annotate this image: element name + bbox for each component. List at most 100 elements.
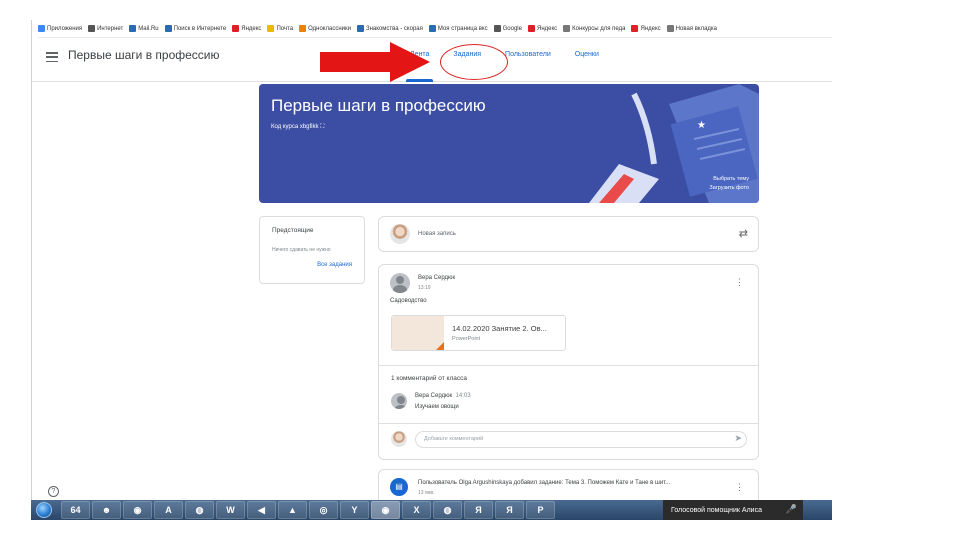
bookmark-icon [563,25,571,32]
hamburger-menu-icon[interactable] [46,52,58,62]
avatar [391,431,407,447]
taskbar-app-icon[interactable]: X [402,501,431,519]
bookmark-item[interactable]: Яндекс [631,25,661,32]
bookmark-item[interactable]: Знакомства - скорая [356,25,423,32]
attachment-thumbnail [392,316,444,350]
bookmark-icon [428,25,436,32]
bookmark-item[interactable]: Яндекс [232,25,261,32]
bookmark-icon [267,25,275,32]
send-icon[interactable]: ➤ [734,433,742,444]
upload-photo-link[interactable]: Загрузить фото [709,185,749,191]
new-post-box[interactable]: Новая запись ⇄ [378,216,759,252]
bookmark-icon [666,25,674,32]
choose-theme-link[interactable]: Выбрать тему [713,176,749,182]
bookmark-label: Поиск в Интернете [173,25,227,32]
bookmark-label: Конкурсы для педа [572,25,626,32]
stream-post: Вера Сердюк 13:19 ⋮ Садоводство 14.02.20… [378,264,759,460]
taskbar-app-icon[interactable]: Я [495,501,524,519]
all-assignments-link[interactable]: Все задания [317,262,352,268]
attachment-card[interactable]: 14.02.2020 Занятие 2. Ов... PowerPoint [391,315,566,351]
bookmark-icon [631,25,639,32]
bookmark-label: Mail.Ru [138,25,159,32]
comment-input[interactable]: Добавьте комментарий [415,431,747,448]
bookmark-icon [299,25,307,32]
bookmark-item[interactable]: Поиск в Интернете [164,25,227,32]
repost-icon[interactable]: ⇄ [739,227,748,240]
bookmark-item[interactable]: Приложения [38,25,82,32]
comment-text: Изучаем овощи [415,404,459,410]
taskbar-app-icon[interactable]: ◍ [185,501,214,519]
svg-text:★: ★ [697,120,706,131]
taskbar-app-icon[interactable]: Y [340,501,369,519]
comments-count-link[interactable]: 1 комментарий от класса [391,375,467,382]
annotation-circle [440,44,508,80]
avatar [391,393,407,409]
taskbar-app-icon[interactable]: ◍ [433,501,462,519]
taskbar-app-icon[interactable]: ☻ [92,501,121,519]
assignment-icon: ▤ [390,478,408,496]
help-icon[interactable]: ? [48,486,59,497]
bookmark-item[interactable]: Одноклассники [299,25,351,32]
course-banner: ★ Первые шаги в профессию Код курса xbgf… [259,84,759,203]
taskbar-app-icon[interactable]: 64 [61,501,90,519]
notification-text: Пользователь Olga Argushinskaya добавил … [418,480,671,486]
tab-grades[interactable]: Оценки [563,38,611,82]
microphone-icon[interactable]: 🎤 [786,504,797,515]
taskbar-app-icon[interactable]: ▲ [278,501,307,519]
taskbar-app-icon[interactable]: A [154,501,183,519]
attachment-name: 14.02.2020 Занятие 2. Ов... [452,324,547,333]
bookmark-label: Почта [276,25,294,32]
bookmark-label: Одноклассники [308,25,351,32]
bookmark-icon [38,25,45,32]
more-options-icon[interactable]: ⋮ [735,482,744,493]
attachment-type: PowerPoint [452,336,481,342]
bookmark-icon [493,25,501,32]
taskbar-app-icon[interactable]: ◉ [123,501,152,519]
bookmark-icon [88,25,96,32]
upcoming-text: Ничего сдавать не нужно [272,247,331,253]
comment-time: 14:03 [455,393,471,399]
bookmark-item[interactable]: Яндекс [527,25,558,32]
divider [379,365,758,366]
bookmark-item[interactable]: Google [493,25,522,32]
bookmark-label: Приложения [47,25,83,32]
bookmark-item[interactable]: Конкурсы для педа [563,25,625,32]
avatar [390,273,410,293]
bookmark-label: Яндекс [536,25,558,32]
taskbar-app-icon[interactable]: ◎ [309,501,338,519]
more-options-icon[interactable]: ⋮ [735,277,744,288]
voice-assistant-label: Голосовой помощник Алиса [671,506,762,514]
bookmark-item[interactable]: Mail.Ru [129,25,159,32]
avatar [390,224,410,244]
bookmark-item[interactable]: Интернет [88,25,123,32]
bookmark-label: Google [502,25,522,32]
bookmark-icon [164,25,172,32]
taskbar-app-icon[interactable]: P [526,501,555,519]
bookmark-item[interactable]: Моя страница вкс [428,25,488,32]
upcoming-title: Предстоящие [272,227,314,234]
comment-author-line: Вера Сердюк 14:03 [415,393,471,399]
taskbar-app-icon[interactable]: ◉ [371,501,400,519]
bookmark-icon [232,25,240,32]
bookmark-label: Знакомства - скорая [365,25,423,32]
bookmark-icon [129,25,137,32]
bookmark-item[interactable]: Новая вкладка [666,25,718,32]
windows-taskbar: 64 ☻ ◉ A ◍ W ◀ ▲ ◎ Y ◉ X ◍ Я Я P Голосовой помощник Али… [31,500,832,520]
bookmark-label: Новая вкладка [675,25,718,32]
taskbar-app-icon[interactable]: Я [464,501,493,519]
taskbar-app-icon[interactable]: W [216,501,245,519]
divider [379,423,758,424]
bookmark-label: Интернет [97,25,124,32]
bookmark-label: Яндекс [640,25,661,32]
bookmark-item[interactable]: Почта [267,25,293,32]
start-button[interactable] [31,500,57,520]
bookmark-label: Яндекс [241,25,262,32]
banner-title: Первые шаги в профессию [271,96,486,115]
course-code[interactable]: Код курса xbgfikk ⛶ [271,124,324,131]
voice-assistant[interactable]: Голосовой помощник Алиса 🎤 [663,500,803,520]
bookmark-icon [527,25,535,32]
new-post-placeholder[interactable]: Новая запись [418,231,456,237]
taskbar-app-icon[interactable]: ◀ [247,501,276,519]
bookmarks-bar: Приложения Интернет Mail.Ru Поиск в Интерне… [38,20,832,38]
post-author: Вера Сердюк [418,275,456,281]
